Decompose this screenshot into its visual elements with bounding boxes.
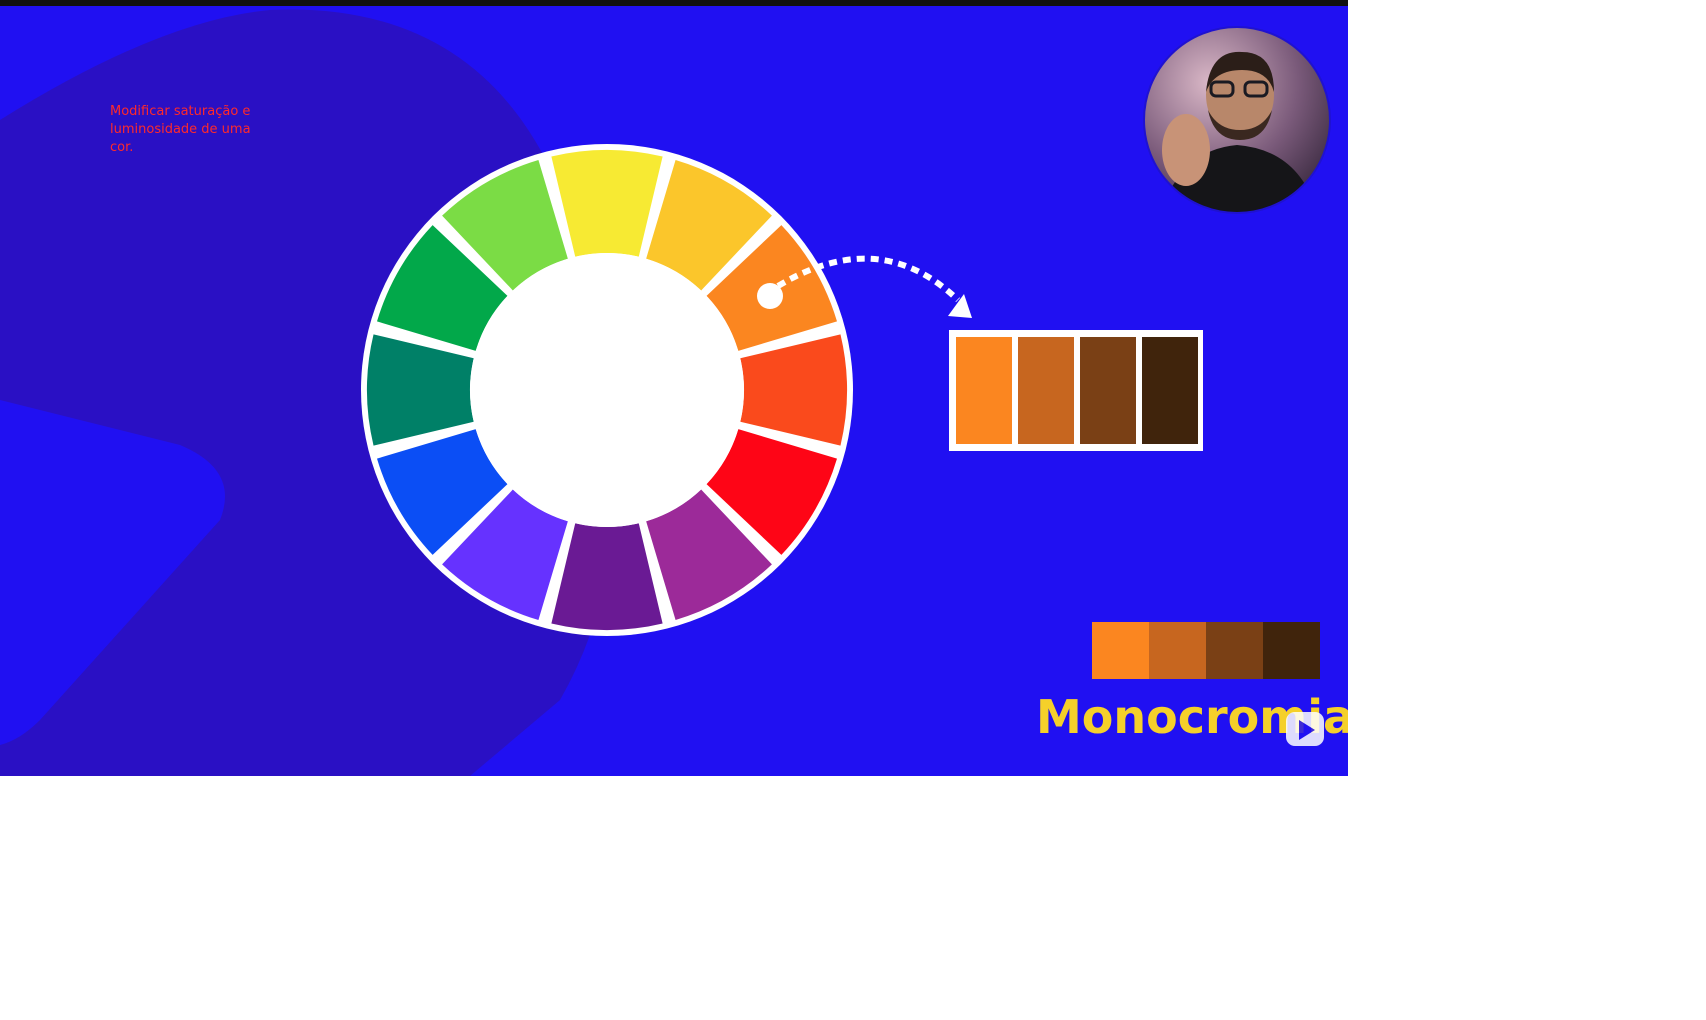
- play-logo-icon: [1286, 712, 1324, 746]
- palette-strip: [1092, 622, 1320, 679]
- palette-swatch-3: [1080, 337, 1136, 444]
- strip-swatch-2: [1149, 622, 1206, 679]
- strip-swatch-1: [1092, 622, 1149, 679]
- slide-top-border: [0, 0, 1348, 6]
- color-wheel: [361, 144, 853, 636]
- presenter-video-icon: [1143, 26, 1331, 214]
- strip-swatch-3: [1206, 622, 1263, 679]
- palette-swatch-2: [1018, 337, 1074, 444]
- palette-swatch-4: [1142, 337, 1198, 444]
- palette-swatch-1: [956, 337, 1012, 444]
- palette-framed: [949, 330, 1203, 451]
- strip-swatch-4: [1263, 622, 1320, 679]
- annotation-note: Modificar saturação e luminosidade de um…: [110, 104, 251, 155]
